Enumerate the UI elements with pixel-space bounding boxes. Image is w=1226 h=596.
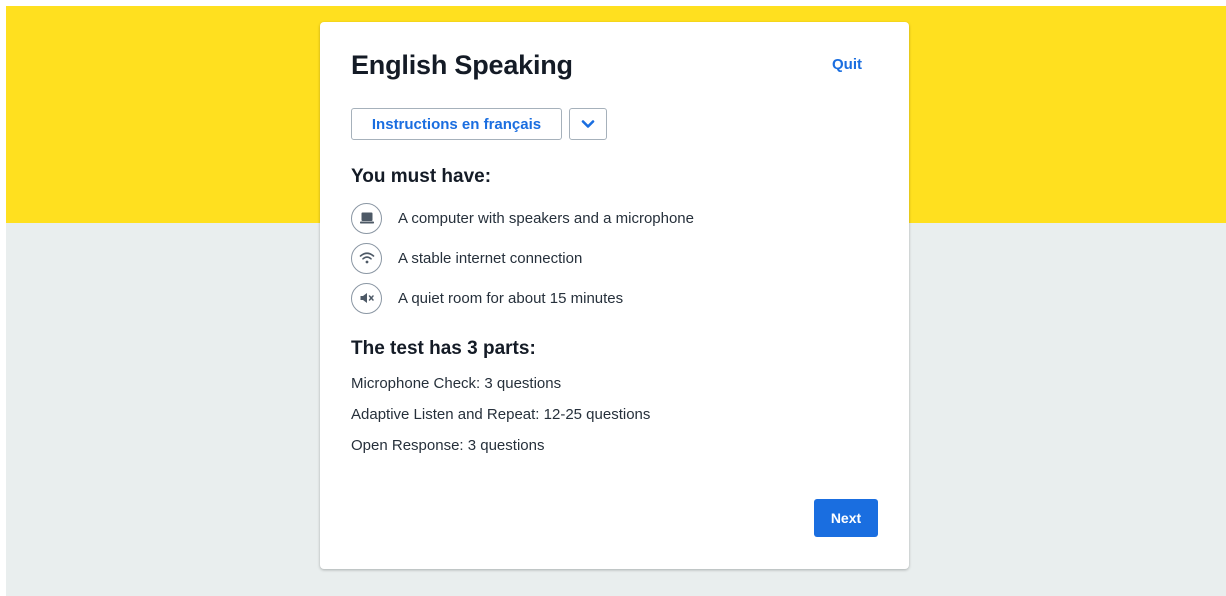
language-instructions-button[interactable]: Instructions en français [351,108,562,140]
requirement-label: A computer with speakers and a microphon… [398,209,694,227]
laptop-icon [351,202,382,234]
instructions-card: English Speaking Quit Instructions en fr… [320,22,909,569]
requirements-heading: You must have: [351,166,492,187]
list-item: Adaptive Listen and Repeat: 12-25 questi… [351,406,651,423]
page-background: English Speaking Quit Instructions en fr… [6,6,1226,596]
requirements-list: A computer with speakers and a microphon… [351,202,871,322]
list-item: A quiet room for about 15 minutes [351,282,871,314]
next-button[interactable]: Next [814,499,878,537]
language-dropdown-toggle[interactable] [569,108,607,140]
list-item: Open Response: 3 questions [351,437,545,454]
page-title: English Speaking [351,50,573,80]
requirement-label: A quiet room for about 15 minutes [398,289,624,307]
wifi-icon [351,242,382,274]
list-item: A stable internet connection [351,242,871,274]
test-parts-list: Microphone Check: 3 questions Adaptive L… [351,374,650,467]
list-item: A computer with speakers and a microphon… [351,202,871,234]
speaker-muted-icon [351,282,382,314]
chevron-down-icon [581,117,595,132]
quit-link[interactable]: Quit [832,56,862,73]
list-item: Microphone Check: 3 questions [351,375,562,392]
test-parts-heading: The test has 3 parts: [351,338,536,359]
requirement-label: A stable internet connection [398,249,583,267]
